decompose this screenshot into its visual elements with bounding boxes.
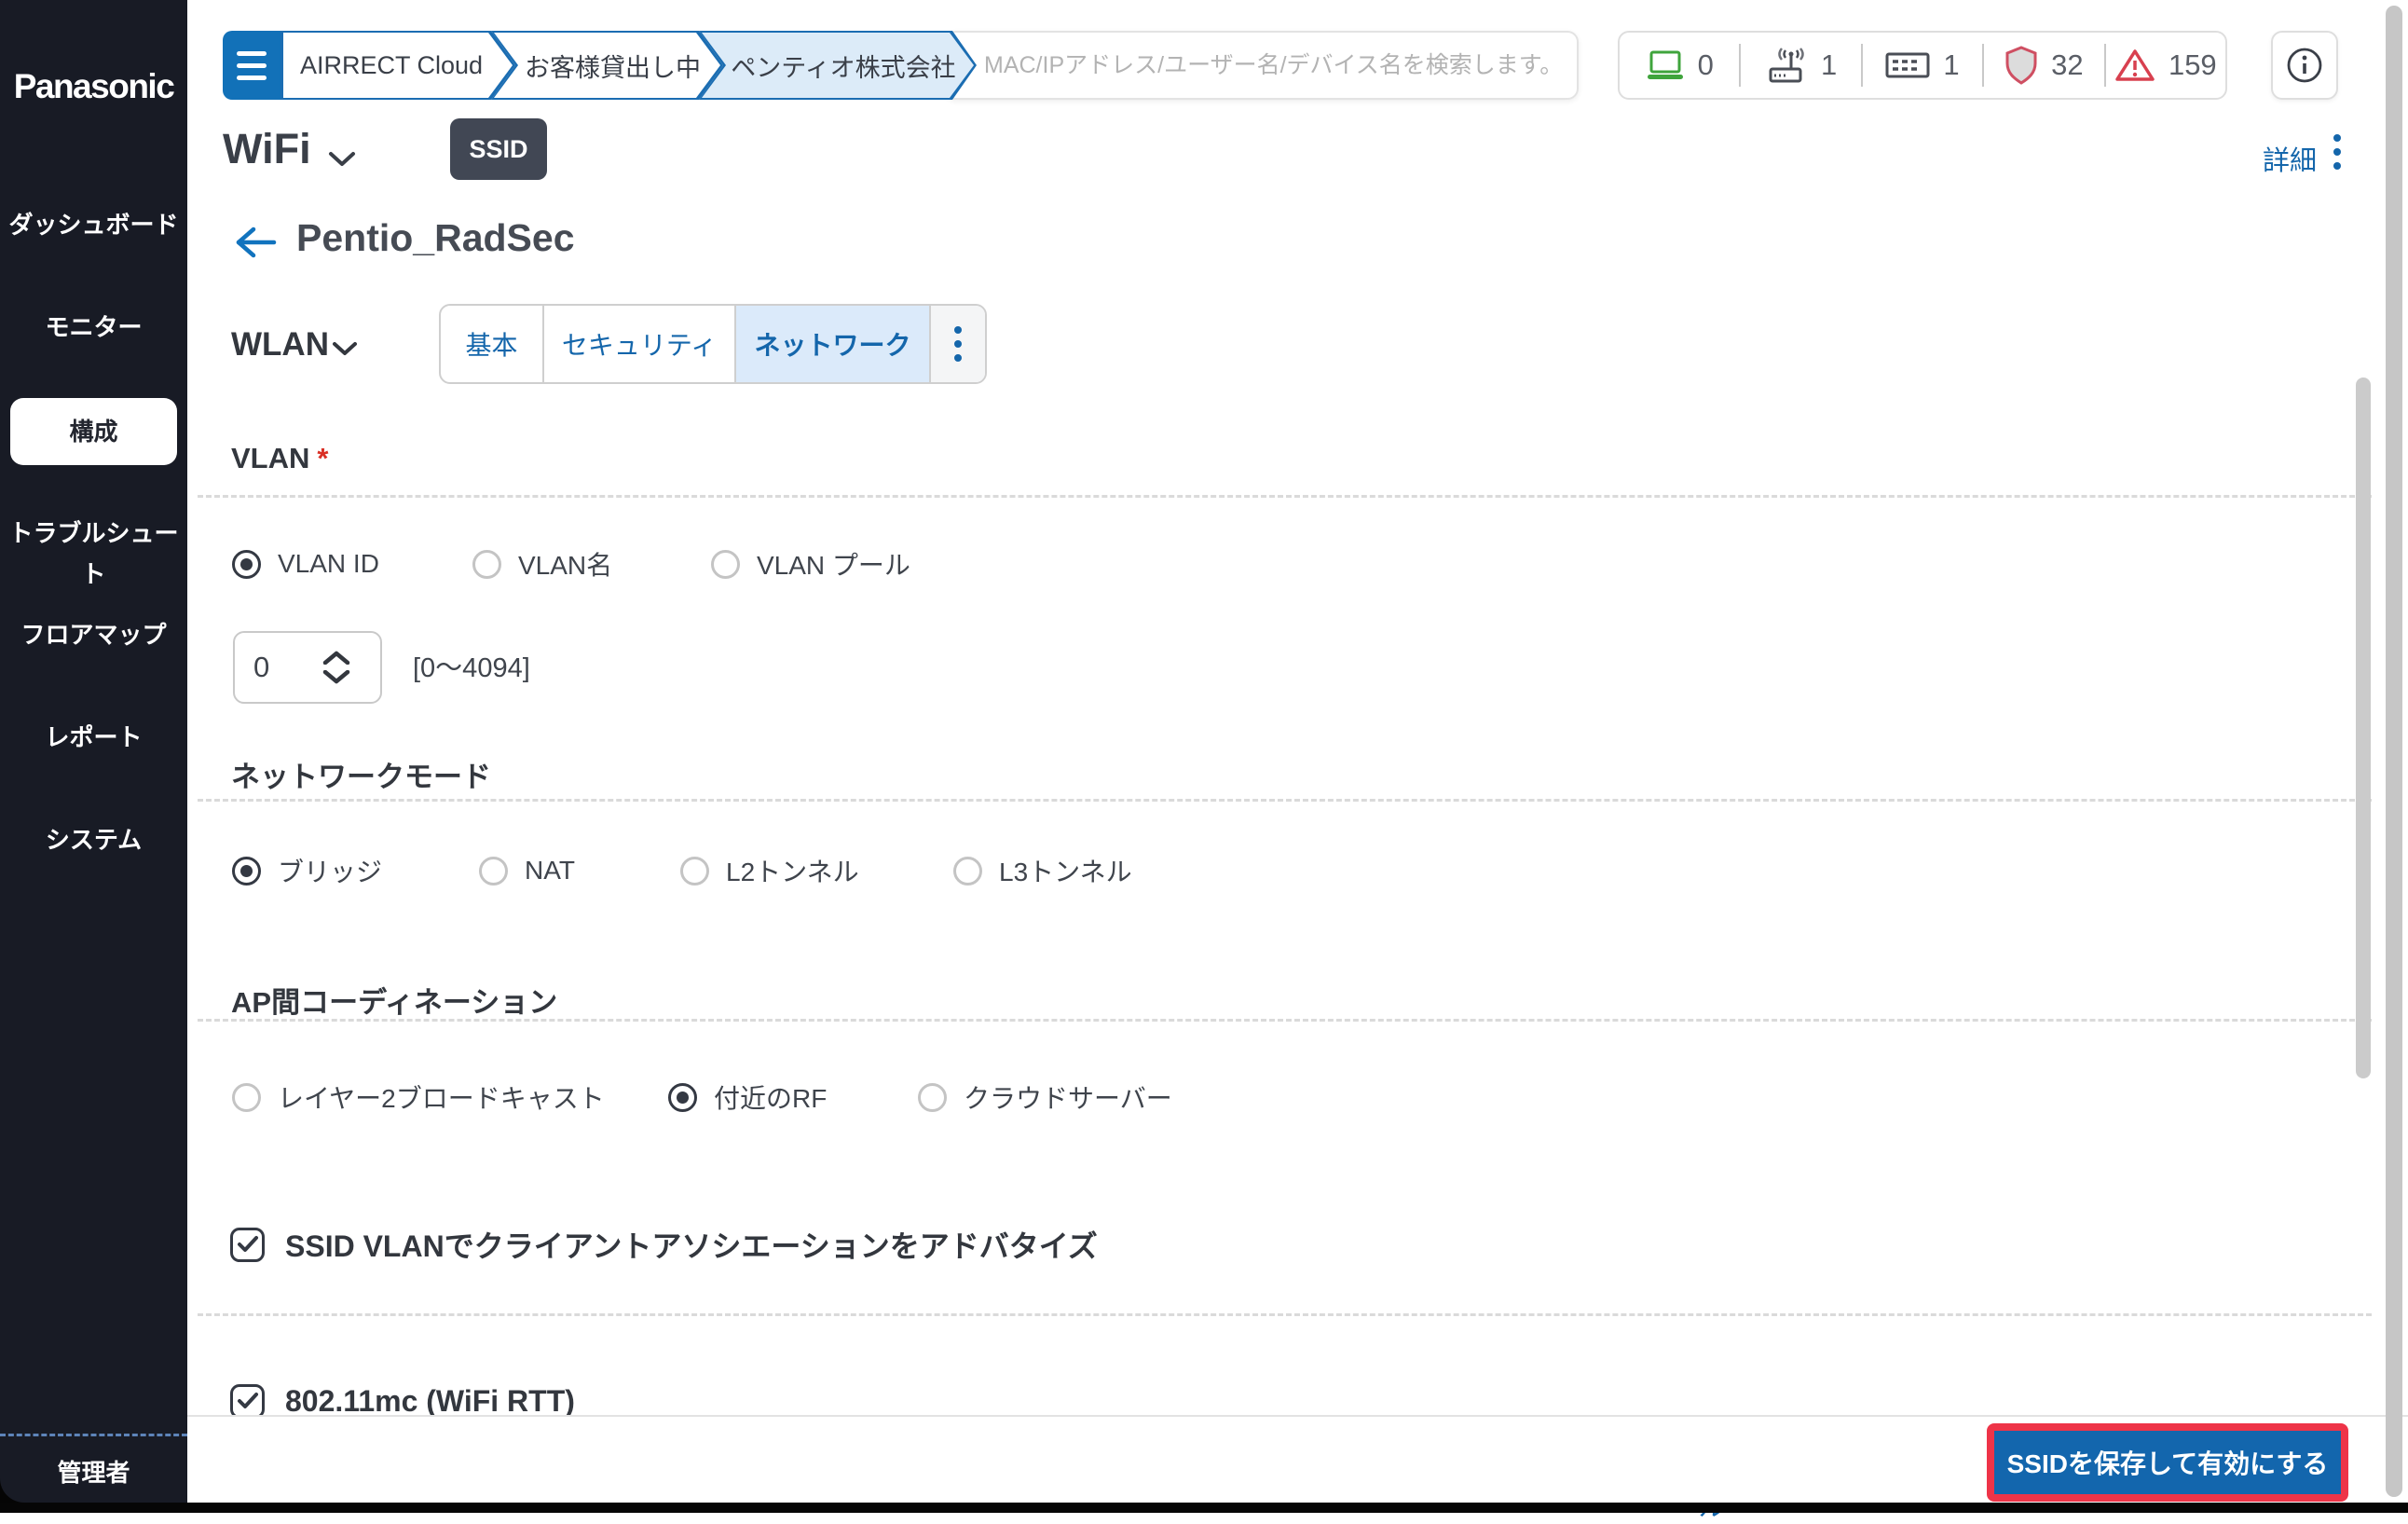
sidebar-item-system[interactable]: システム [0,819,187,860]
section-divider [198,1019,2372,1022]
radio-icon [953,856,982,886]
vlan-id-input-group [233,631,382,704]
radio-icon [918,1082,947,1112]
breadcrumb: AIRRECT Cloud お客様貸出し中 ペンティオ株式会社 [280,31,977,100]
vlan-range-hint: [0～4094] [413,653,530,683]
status-access-points[interactable]: 1 [1741,47,1860,84]
radio-vlan-name[interactable]: VLAN名 [472,545,612,583]
sidebar-divider [0,1434,187,1436]
breadcrumb-customer-loan[interactable]: お客様貸出し中 [491,31,723,100]
sidebar-item-troubleshoot[interactable]: トラブルシュート [0,513,187,588]
alert-triangle-icon [2115,49,2155,81]
radio-icon [479,856,508,886]
chevron-down-icon[interactable] [328,151,356,168]
details-link[interactable]: 詳細 [2263,139,2317,178]
radio-layer2-broadcast[interactable]: レイヤー2ブロードキャスト [232,1078,605,1116]
info-button[interactable] [2271,31,2338,100]
shield-icon [2005,46,2037,85]
radio-icon [680,856,709,886]
panasonic-logo: Panasonic [13,67,175,105]
sidebar-item-floormap[interactable]: フロアマップ [0,614,187,655]
network-mode-heading: ネットワークモード [231,761,491,793]
ssid-badge[interactable]: SSID [450,118,547,180]
breadcrumb-pentio[interactable]: ペンティオ株式会社 [699,31,977,100]
radio-nat[interactable]: NAT [479,852,575,889]
save-and-activate-ssid-button[interactable]: SSIDを保存して有効にする [1994,1431,2341,1494]
radio-icon [711,549,740,579]
tab-basic[interactable]: 基本 [441,306,542,382]
wlan-label: WLAN [231,326,329,363]
search-input[interactable] [947,33,1577,98]
vlan-heading: VLAN * [231,442,329,474]
radio-selected-icon [232,549,261,579]
status-clients[interactable]: 0 [1620,48,1739,82]
radio-l2-tunnel[interactable]: L2トンネル [680,852,859,889]
info-icon [2287,48,2322,83]
checkbox-checked-icon [230,1227,265,1262]
ap-coordination-heading: AP間コーディネーション [231,986,558,1019]
bottom-edge-bar [0,1503,2408,1513]
radio-nearby-rf[interactable]: 付近のRF [668,1078,827,1116]
radio-selected-icon [232,856,261,886]
radio-bridge[interactable]: ブリッジ [232,852,382,889]
checkbox-checked-icon [230,1383,265,1419]
sidebar-item-report[interactable]: レポート [0,717,187,758]
sidebar-item-dashboard[interactable]: ダッシュボード [0,204,187,245]
radio-vlan-pool[interactable]: VLAN プール [711,545,910,583]
admin-label[interactable]: 管理者 [0,1454,187,1491]
tab-security[interactable]: セキュリティ [542,306,734,382]
sidebar: Panasonic ダッシュボード モニター 構成 トラブルシュート フロアマッ… [0,0,187,1503]
breadcrumb-airrect-cloud[interactable]: AIRRECT Cloud [280,31,515,100]
required-mark: * [317,442,329,474]
status-alerts[interactable]: 159 [2106,48,2225,83]
hamburger-menu-icon[interactable] [223,31,280,100]
section-divider [198,799,2372,802]
highlight-annotation: SSIDを保存して有効にする [1987,1423,2348,1502]
radio-cloud-server[interactable]: クラウドサーバー [918,1078,1172,1116]
checkbox-advertise-client-association[interactable]: SSID VLANでクライアントアソシエーションをアドバタイズ [230,1224,1098,1265]
chevron-down-icon[interactable] [332,341,358,357]
global-search [945,31,1579,100]
radio-l3-tunnel[interactable]: L3トンネル [953,852,1132,889]
outer-scrollbar-thumb[interactable] [2386,6,2402,1497]
radio-icon [472,549,501,579]
back-arrow-icon[interactable] [233,222,278,263]
page-title: WiFi [223,125,311,172]
radio-icon [232,1082,261,1112]
tab-more-options-icon[interactable] [929,306,985,382]
access-point-icon [1769,48,1804,83]
chevron-up-icon [322,651,350,665]
vlan-id-input[interactable] [235,651,321,684]
switch-icon [1885,52,1930,78]
ssid-name-title: Pentio_RadSec [296,216,575,259]
tab-network[interactable]: ネットワーク [734,306,929,382]
sidebar-item-configuration[interactable]: 構成 [10,398,177,465]
more-options-icon[interactable] [2333,134,2341,170]
inner-scrollbar-thumb[interactable] [2356,378,2371,1078]
wlan-tabs: 基本 セキュリティ ネットワーク [439,304,987,384]
status-switches[interactable]: 1 [1863,48,1982,82]
radio-vlan-id[interactable]: VLAN ID [232,545,379,583]
radio-selected-icon [668,1082,697,1112]
sidebar-item-monitor[interactable]: モニター [0,307,187,348]
status-security[interactable]: 32 [1984,46,2103,85]
laptop-icon [1647,50,1683,79]
section-divider [198,495,2372,498]
chevron-down-icon [322,670,350,684]
status-counter-bar: 0 1 1 32 159 [1618,31,2227,100]
section-divider [198,1313,2372,1316]
number-stepper[interactable] [322,651,350,684]
